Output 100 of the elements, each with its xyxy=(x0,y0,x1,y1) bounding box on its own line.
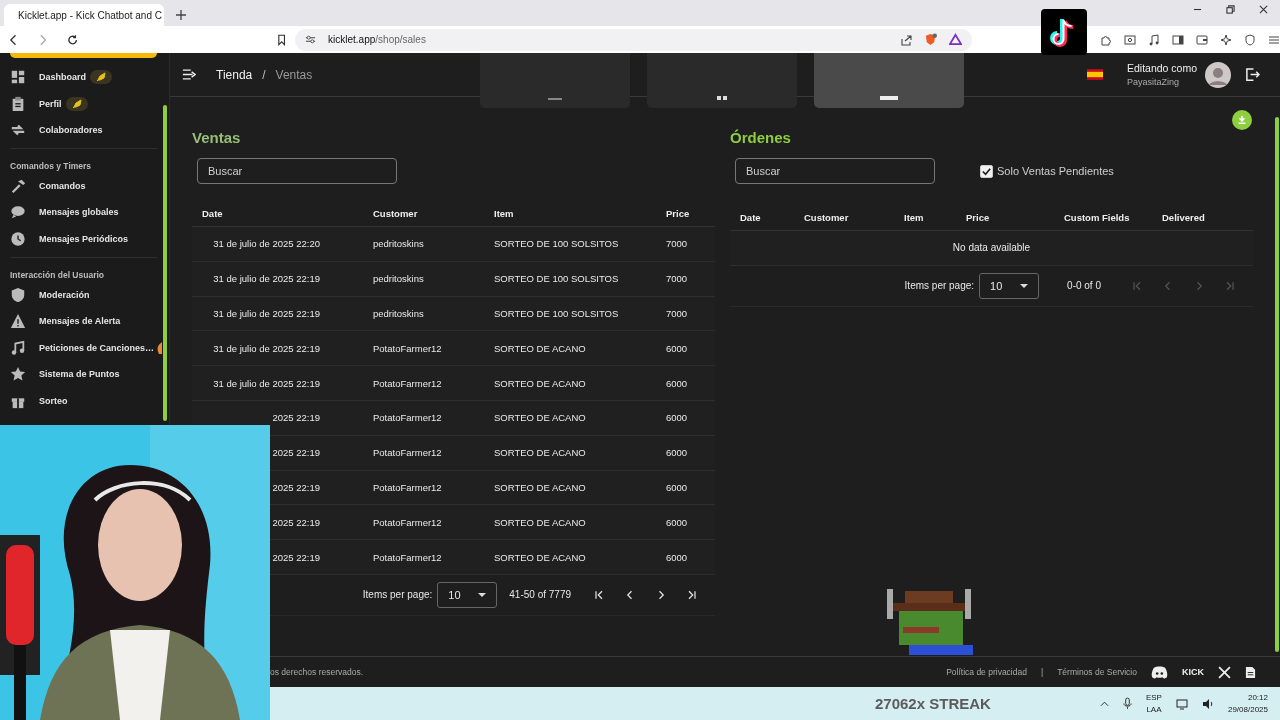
microphone-icon[interactable] xyxy=(1122,697,1132,710)
menu-icon[interactable] xyxy=(182,69,196,80)
sidebar-item-label: Peticiones de Canciones… xyxy=(39,342,155,353)
x-logo-icon[interactable] xyxy=(1218,665,1231,679)
column-header[interactable]: Date xyxy=(740,211,761,223)
hammer-icon xyxy=(10,177,26,194)
search-field[interactable]: Buscar xyxy=(735,158,935,184)
table-cell-text: 2025 22:19 xyxy=(271,412,320,424)
sparkle-icon[interactable] xyxy=(1220,33,1232,46)
username: PayasitaZing xyxy=(1126,77,1180,87)
table-cell: 6000 xyxy=(666,377,688,389)
close-icon[interactable] xyxy=(1259,4,1268,14)
sidebar-item[interactable]: Mensajes globales xyxy=(10,203,119,222)
column-header[interactable]: Item xyxy=(494,207,514,219)
bookmark-icon[interactable] xyxy=(275,33,288,46)
terms-link[interactable]: Términos de Servicio xyxy=(1057,667,1137,677)
kick-logo[interactable]: KICK xyxy=(1182,667,1204,677)
column-header[interactable]: Price xyxy=(666,207,690,219)
copyright-text: os derechos reservados. xyxy=(270,667,364,677)
sidebar-item-label: Moderación xyxy=(39,289,90,300)
column-header[interactable]: Customer xyxy=(373,207,418,219)
shield-icon[interactable] xyxy=(1244,33,1256,46)
checkbox-label[interactable]: Solo Ventas Pendientes xyxy=(997,165,1114,177)
address-bar[interactable]: kicklet.app/shop/sales xyxy=(295,28,972,51)
music-icon xyxy=(10,339,26,356)
sidebar-item[interactable]: Perfil xyxy=(10,94,88,113)
sidebar-item[interactable]: Mensajes de Alerta xyxy=(10,312,121,331)
wallet-icon[interactable] xyxy=(1196,33,1208,46)
lion-shield-icon[interactable] xyxy=(924,33,937,46)
clipboard-icon xyxy=(10,95,26,112)
link-separator: | xyxy=(1040,667,1044,677)
shield-icon xyxy=(10,286,26,303)
items-per-page-label: Items per page: xyxy=(362,589,433,601)
sidebar-item-label: Dashboard xyxy=(39,72,86,82)
scrollbar-thumb[interactable] xyxy=(163,105,167,421)
reload-icon[interactable] xyxy=(66,33,78,46)
sidebar-item[interactable]: Moderación xyxy=(10,285,90,304)
monitor-icon[interactable] xyxy=(1175,697,1188,710)
sidebar-item[interactable]: Peticiones de Canciones… xyxy=(10,338,163,357)
column-header[interactable]: Price xyxy=(966,211,990,223)
breadcrumb-item[interactable]: Tienda xyxy=(216,67,253,82)
table-cell-text: 31 de julio de 2025 22:19 xyxy=(212,377,320,389)
settings-icon[interactable] xyxy=(305,34,317,45)
checkbox[interactable] xyxy=(980,164,993,178)
sidebar-item[interactable]: Sistema de Puntos xyxy=(10,365,120,384)
table-cell-text: 31 de julio de 2025 22:19 xyxy=(212,273,320,285)
sidebar-item-label: Mensajes Periódicos xyxy=(39,233,129,244)
column-header[interactable]: Item xyxy=(904,211,924,223)
table-cell: pedritoskins xyxy=(373,308,424,319)
sidebar-item[interactable]: Colaboradores xyxy=(10,121,103,140)
new-tab-icon[interactable] xyxy=(176,10,186,20)
music-icon[interactable] xyxy=(1148,33,1160,46)
clock-date[interactable]: 29/08/2025 xyxy=(1227,705,1268,714)
browser-tab[interactable]: Kicklet.app - Kick Chatbot and C xyxy=(4,4,164,26)
column-header[interactable]: Customer xyxy=(804,211,849,223)
scrollbar-thumb[interactable] xyxy=(1275,117,1279,652)
discord-icon[interactable] xyxy=(1151,665,1168,679)
sidebar-item[interactable]: Sorteo xyxy=(10,391,68,410)
triangle-icon[interactable] xyxy=(949,33,962,46)
table-cell: 7000 xyxy=(666,273,688,285)
sidebar-item[interactable]: Dashboard xyxy=(10,68,112,86)
column-header[interactable]: Delivered xyxy=(1162,211,1205,223)
window-search-icon[interactable] xyxy=(1124,33,1136,46)
language-code[interactable]: ESP xyxy=(1145,693,1162,702)
restore-icon[interactable] xyxy=(1226,4,1235,14)
document-icon[interactable] xyxy=(1245,665,1256,679)
clock-icon xyxy=(10,230,26,247)
table-cell: 6000 xyxy=(666,481,688,493)
breadcrumb-separator: / xyxy=(262,67,266,82)
tab-title: Kicklet.app - Kick Chatbot and C xyxy=(18,9,162,21)
column-header[interactable]: Custom Fields xyxy=(1064,211,1130,223)
table-cell: 6000 xyxy=(666,342,688,354)
column-header[interactable]: Date xyxy=(202,207,223,219)
sidebar-item[interactable]: Comandos xyxy=(10,176,86,195)
sidebar-icon[interactable] xyxy=(1172,33,1184,46)
table-cell: pedritoskins xyxy=(373,273,424,285)
table-cell: 7000 xyxy=(666,238,688,250)
chevron-up-icon[interactable] xyxy=(1099,700,1109,707)
caret-icon xyxy=(478,592,487,597)
share-icon[interactable] xyxy=(900,33,912,46)
privacy-link[interactable]: Política de privacidad xyxy=(946,667,1027,677)
per-page-select[interactable]: 10 xyxy=(437,581,498,608)
sidebar-item-label: Mensajes de Alerta xyxy=(39,316,121,327)
table-cell: 6000 xyxy=(666,551,688,563)
clock-time[interactable]: 20:12 xyxy=(1247,693,1268,702)
per-page-select[interactable]: 10 xyxy=(979,272,1040,299)
speaker-icon[interactable] xyxy=(1201,697,1214,710)
spain-flag-icon[interactable] xyxy=(1086,69,1103,80)
items-per-page-label: Items per page: xyxy=(904,280,975,292)
sidebar-item[interactable]: Mensajes Periódicos xyxy=(10,229,129,248)
search-field[interactable]: Buscar xyxy=(197,158,397,184)
table-cell: 6000 xyxy=(666,447,688,459)
table-cell: PotatoFarmer12 xyxy=(373,447,442,459)
table-cell-text: 31 de julio de 2025 22:19 xyxy=(212,308,320,319)
download-button[interactable] xyxy=(1232,110,1252,130)
avatar[interactable] xyxy=(1205,61,1231,88)
keyboard-layout[interactable]: LAA xyxy=(1146,705,1162,714)
streak-counter: 27062x STREAK xyxy=(875,695,991,712)
table-cell: PotatoFarmer12 xyxy=(373,551,442,563)
logout-icon[interactable] xyxy=(1245,67,1260,82)
